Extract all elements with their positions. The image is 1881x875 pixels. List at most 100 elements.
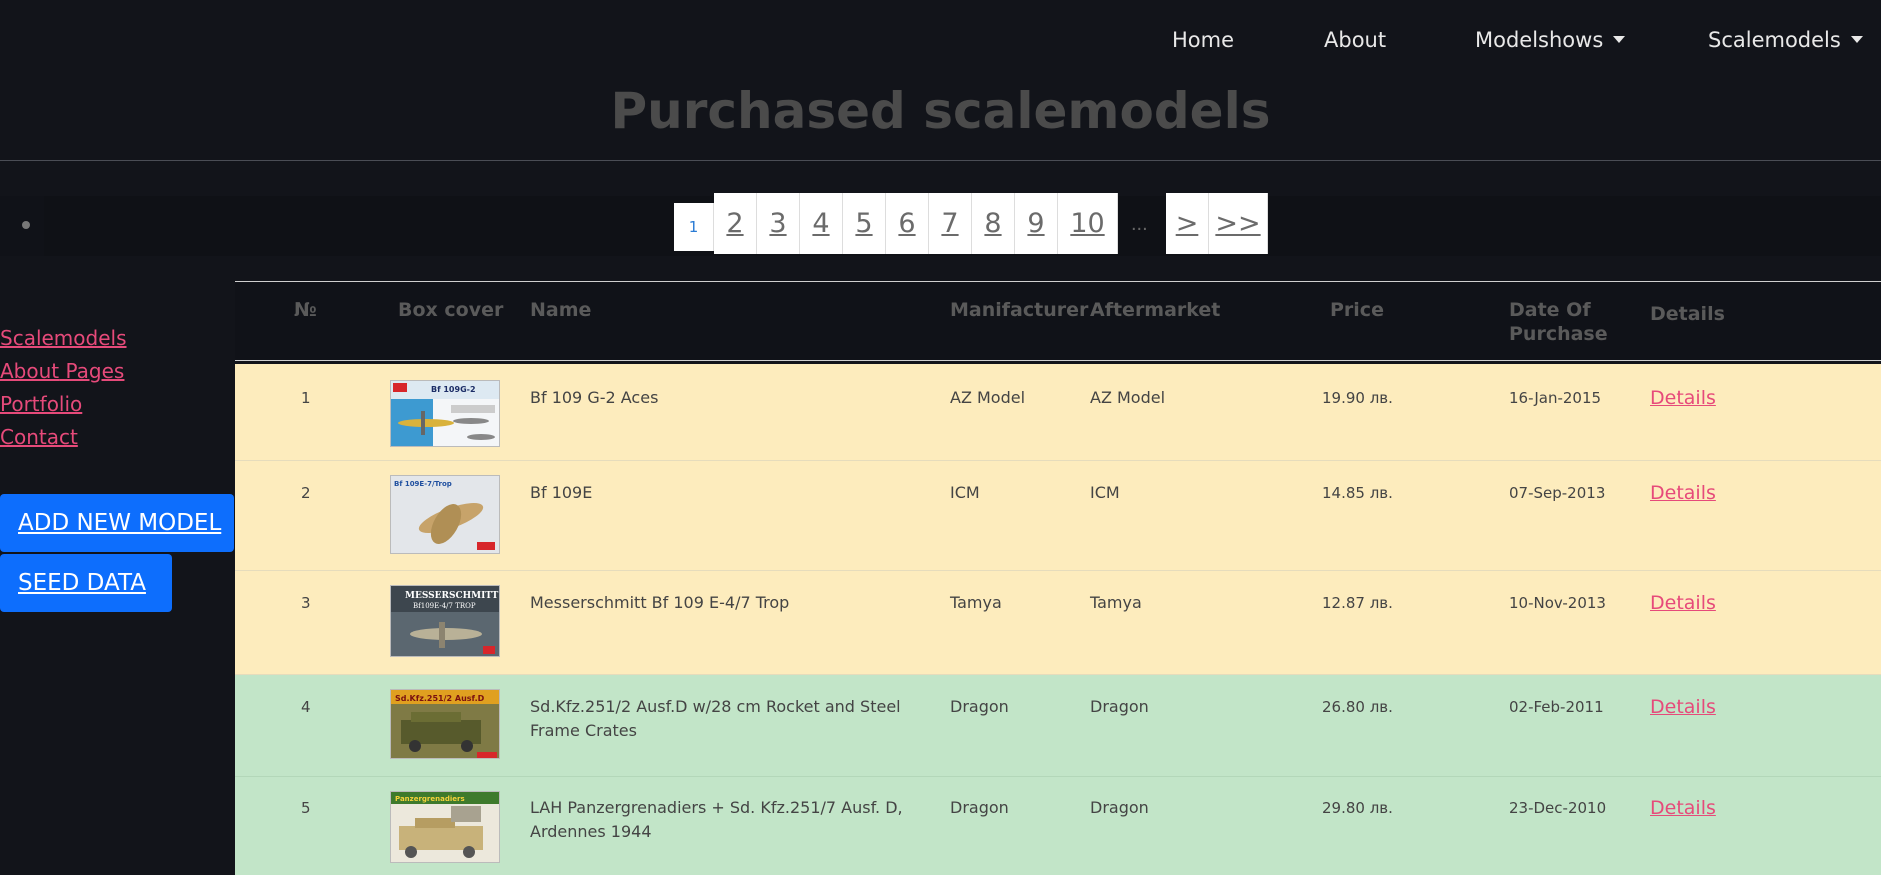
page-link[interactable]: 8	[972, 193, 1015, 254]
cell-name-line2: Ardennes 1944	[530, 822, 652, 841]
cell-name-line1: Sd.Kfz.251/2 Ausf.D w/28 cm Rocket and S…	[530, 697, 901, 716]
cell-manufacturer: Dragon	[950, 697, 1009, 716]
cell-date: 16-Jan-2015	[1509, 389, 1602, 407]
top-nav: Home About Modelshows Scalemodels	[0, 28, 1881, 58]
box-cover-image: Bf 109E-7/Trop	[390, 475, 500, 554]
sidebar-link-about[interactable]: About	[0, 359, 59, 383]
box-art-title: Bf 109E-7/Trop	[394, 480, 452, 488]
cell-date: 02-Feb-2011	[1509, 698, 1604, 716]
box-art-title: Sd.Kfz.251/2 Ausf.D	[395, 694, 485, 703]
cell-aftermarket: Tamya	[1090, 593, 1142, 612]
cell-num: 5	[301, 799, 311, 817]
add-new-model-button[interactable]: ADD NEW MODEL	[0, 494, 234, 552]
box-art-title: Bf 109G-2	[431, 385, 476, 394]
cell-name: Bf 109E	[530, 483, 593, 502]
page-title: Purchased scalemodels	[610, 82, 1271, 140]
nav-modelshows-dropdown[interactable]: Modelshows	[1475, 28, 1626, 52]
cell-manufacturer: Dragon	[950, 798, 1009, 817]
cell-price: 29.80 лв.	[1322, 799, 1393, 817]
box-cover-image: MESSERSCHMITT Bf109E-4/7 TROP	[390, 585, 500, 657]
scalemodels-table: № Box cover Name Manifacturer Aftermarke…	[235, 281, 1881, 875]
details-link[interactable]: Details	[1650, 386, 1716, 410]
cell-manufacturer: Tamya	[950, 593, 1002, 612]
nav-scalemodels-label: Scalemodels	[1708, 28, 1841, 52]
page-link[interactable]: 3	[757, 193, 800, 254]
details-link[interactable]: Details	[1650, 796, 1716, 820]
page-link[interactable]: 2	[714, 193, 757, 254]
cell-num: 2	[301, 484, 311, 502]
col-header-price: Price	[1330, 299, 1384, 321]
col-header-manufacturer: Manifacturer	[950, 299, 1089, 321]
col-header-details: Details	[1650, 303, 1725, 325]
page-link[interactable]: 7	[929, 193, 972, 254]
sidebar-link-scalemodels[interactable]: Scalemodels	[0, 322, 127, 355]
cell-num: 3	[301, 594, 311, 612]
col-header-date-line2: Purchase	[1509, 323, 1608, 345]
cell-name: Messerschmitt Bf 109 E-4/7 Trop	[530, 593, 790, 612]
box-cover-image: Sd.Kfz.251/2 Ausf.D	[390, 689, 500, 759]
chevron-down-icon	[1613, 35, 1626, 43]
box-cover-image: Panzergrenadiers	[390, 791, 500, 863]
nav-about-link[interactable]: About	[1324, 28, 1386, 52]
cell-manufacturer: AZ Model	[950, 388, 1026, 407]
cell-aftermarket: ICM	[1090, 483, 1120, 502]
cell-aftermarket: Dragon	[1090, 697, 1149, 716]
nav-scalemodels-dropdown[interactable]: Scalemodels	[1708, 28, 1863, 52]
table-row: 1 Bf 109G-2 Bf 109 G-2 Aces AZ Model AZ …	[235, 364, 1881, 461]
cell-price: 14.85 лв.	[1322, 484, 1393, 502]
col-header-name: Name	[530, 299, 592, 321]
cell-name-line1: LAH Panzergrenadiers + Sd. Kfz.251/7 Aus…	[530, 798, 903, 817]
sidebar-row-about-pages: About Pages	[0, 355, 127, 388]
col-header-date-line1: Date Of	[1509, 299, 1591, 321]
sidebar-link-portfolio[interactable]: Portfolio	[0, 388, 127, 421]
nav-modelshows-label: Modelshows	[1475, 28, 1604, 52]
bullet-icon	[22, 221, 30, 229]
table-row: 2 Bf 109E-7/Trop Bf 109E ICM ICM 14.85 л…	[235, 461, 1881, 571]
sidebar-link-pages[interactable]: Pages	[66, 359, 125, 383]
table-row: 4 Sd.Kfz.251/2 Ausf.D Sd.Kfz.251/2 Ausf.…	[235, 675, 1881, 777]
table-row: 3 MESSERSCHMITT Bf109E-4/7 TROP Messersc…	[235, 571, 1881, 675]
cell-name-line2: Frame Crates	[530, 721, 637, 740]
details-link[interactable]: Details	[1650, 695, 1716, 719]
chevron-down-icon	[1850, 35, 1863, 43]
page-link[interactable]: 9	[1015, 193, 1058, 254]
cell-price: 19.90 лв.	[1322, 389, 1393, 407]
cell-price: 26.80 лв.	[1322, 698, 1393, 716]
pagination-ellipsis: ...	[1131, 213, 1148, 235]
cell-date: 23-Dec-2010	[1509, 799, 1607, 817]
page-link[interactable]: 4	[800, 193, 843, 254]
col-header-box-cover: Box cover	[398, 299, 504, 321]
last-page-link[interactable]: >>	[1209, 193, 1268, 254]
box-art-title: MESSERSCHMITT	[405, 591, 499, 601]
details-link[interactable]: Details	[1650, 591, 1716, 615]
cell-date: 07-Sep-2013	[1509, 484, 1606, 502]
table-row: 5 Panzergrenadiers LAH Panzergrenadiers …	[235, 777, 1881, 875]
box-art-subtitle: Bf109E-4/7 TROP	[413, 602, 476, 610]
sidebar-link-contact[interactable]: Contact	[0, 421, 127, 454]
cell-price: 12.87 лв.	[1322, 594, 1393, 612]
col-header-num: №	[294, 299, 317, 321]
nav-home-link[interactable]: Home	[1172, 28, 1234, 52]
cell-name: LAH Panzergrenadiers + Sd. Kfz.251/7 Aus…	[530, 796, 903, 844]
cell-num: 1	[301, 389, 311, 407]
page-1-link[interactable]: 1	[674, 203, 714, 251]
cell-aftermarket: AZ Model	[1090, 388, 1166, 407]
cell-date: 10-Nov-2013	[1509, 594, 1606, 612]
page-link[interactable]: 6	[886, 193, 929, 254]
cell-name: Bf 109 G-2 Aces	[530, 388, 659, 407]
cell-aftermarket: Dragon	[1090, 798, 1149, 817]
col-header-aftermarket: Aftermarket	[1090, 299, 1221, 321]
box-art-title: Panzergrenadiers	[395, 795, 465, 803]
page-link[interactable]: 10	[1058, 193, 1118, 254]
col-header-date: Date Of Purchase	[1509, 298, 1608, 346]
details-link[interactable]: Details	[1650, 481, 1716, 505]
page-link[interactable]: 5	[843, 193, 886, 254]
sidebar: Scalemodels About Pages Portfolio Contac…	[0, 322, 127, 454]
cell-manufacturer: ICM	[950, 483, 980, 502]
seed-data-button[interactable]: SEED DATA	[0, 554, 172, 612]
divider	[0, 160, 1881, 161]
cell-name: Sd.Kfz.251/2 Ausf.D w/28 cm Rocket and S…	[530, 695, 901, 743]
box-cover-image: Bf 109G-2	[390, 380, 500, 447]
next-page-link[interactable]: >	[1166, 193, 1209, 254]
table-header: № Box cover Name Manifacturer Aftermarke…	[235, 281, 1881, 361]
